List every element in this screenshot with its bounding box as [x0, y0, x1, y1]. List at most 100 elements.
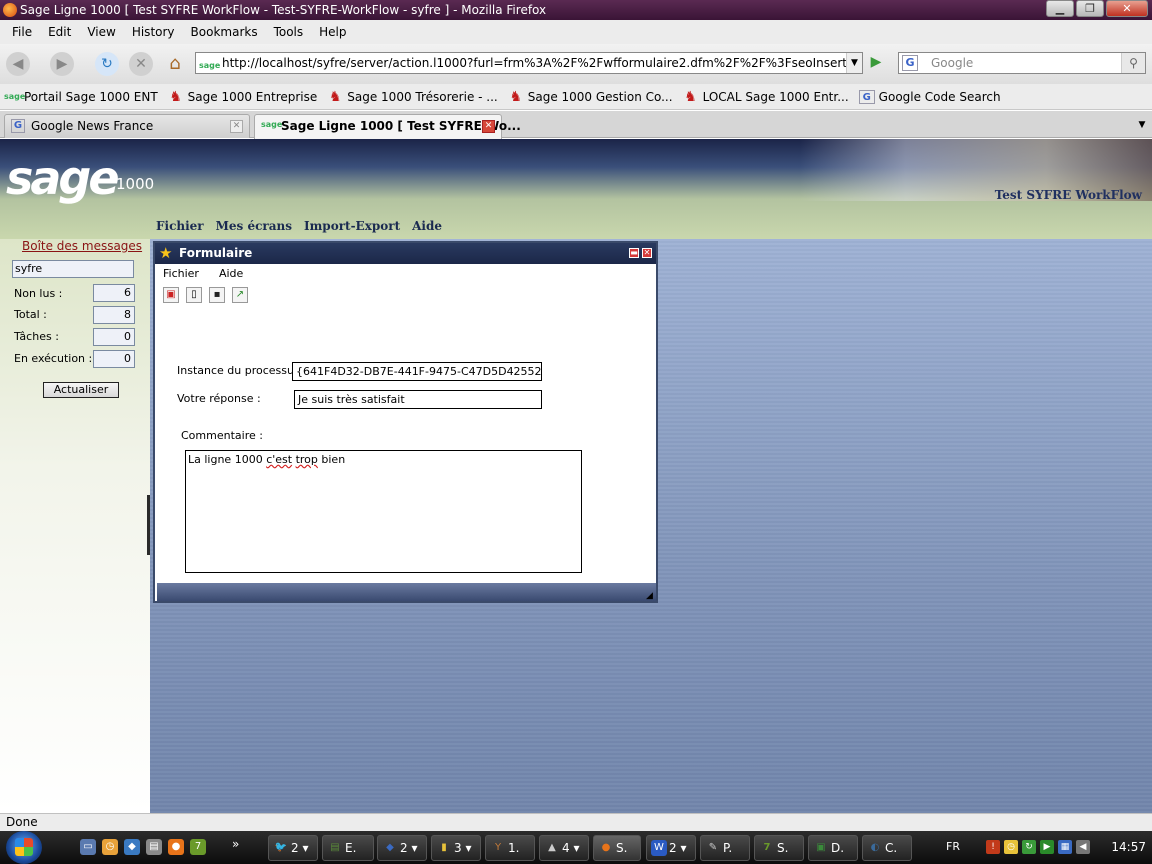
red-bird-icon: ♞ — [684, 88, 697, 105]
clock-app-icon[interactable]: ◷ — [102, 839, 118, 855]
quick-launch-more-icon[interactable]: » — [232, 837, 239, 851]
back-icon[interactable]: ◀ — [6, 52, 30, 76]
app-name: Test SYFRE WorkFlow — [994, 188, 1142, 202]
taskbar-button[interactable]: W2 ▾ — [646, 835, 696, 861]
url-bar[interactable]: sage http://localhost/syfre/server/actio… — [195, 52, 863, 74]
bookmark-item[interactable]: ♞ Sage 1000 Gestion Co... — [508, 88, 672, 105]
show-desktop-icon[interactable]: ▭ — [80, 839, 96, 855]
taskbar-button[interactable]: ✎ P. — [700, 835, 750, 861]
app-menu-mes-ecrans[interactable]: Mes écrans — [216, 219, 292, 233]
reload-icon[interactable]: ↻ — [95, 52, 119, 76]
red-bird-icon: ♞ — [509, 88, 523, 105]
taskbar-button[interactable]: Y 1. — [485, 835, 535, 861]
comment-label: Commentaire : — [181, 429, 263, 442]
google-icon: G — [11, 119, 25, 133]
app-menu-aide[interactable]: Aide — [412, 219, 442, 233]
form-minimize-icon[interactable]: ▬ — [629, 248, 639, 258]
taskbar-button-label: 2 — [669, 841, 677, 855]
language-indicator[interactable]: FR — [946, 840, 960, 853]
go-icon[interactable]: ▶ — [866, 54, 886, 72]
menu-tools[interactable]: Tools — [266, 25, 312, 39]
taskbar-button[interactable]: ▲ 4 ▾ — [539, 835, 589, 861]
menu-help[interactable]: Help — [311, 25, 354, 39]
form-menu-fichier[interactable]: Fichier — [163, 267, 199, 280]
menu-view[interactable]: View — [79, 25, 123, 39]
form-close-icon[interactable]: ✕ — [642, 248, 652, 258]
site-favicon: sage — [199, 61, 221, 70]
close-tab-icon[interactable]: ✕ — [230, 120, 243, 133]
taskbar-button[interactable]: ◆ 2 ▾ — [377, 835, 427, 861]
tab-list-icon[interactable]: ▼ — [1134, 117, 1150, 133]
menu-bookmarks[interactable]: Bookmarks — [183, 25, 266, 39]
tray-network-icon[interactable]: ▦ — [1058, 840, 1072, 854]
forward-icon[interactable]: ▶ — [50, 52, 74, 76]
sevenzip-icon[interactable]: 7 — [190, 839, 206, 855]
sage-header: sage 1000 Test SYFRE WorkFlow Fichier Me… — [0, 139, 1152, 239]
response-field[interactable]: Je suis très satisfait — [294, 390, 542, 409]
resize-grip-icon[interactable]: ◢ — [646, 591, 656, 601]
stop-icon[interactable]: ✕ — [129, 52, 153, 76]
close-doc-icon[interactable]: ▣ — [163, 287, 179, 303]
app-icon[interactable]: ◆ — [124, 839, 140, 855]
google-icon[interactable]: G — [902, 55, 918, 71]
comment-textarea[interactable]: La ligne 1000 c'est trop bien — [185, 450, 582, 573]
tray-clock-icon[interactable]: ◷ — [1004, 840, 1018, 854]
stat-label-running: En exécution : — [14, 352, 93, 365]
bookmark-item[interactable]: G Google Code Search — [858, 89, 1001, 104]
taskbar-button[interactable]: ▤ E. — [322, 835, 374, 861]
tray-alert-icon[interactable]: ! — [986, 840, 1000, 854]
new-doc-icon[interactable]: ▯ — [186, 287, 202, 303]
inbox-link[interactable]: Boîte des messages — [22, 239, 142, 253]
menu-edit[interactable]: Edit — [40, 25, 79, 39]
form-menu-aide[interactable]: Aide — [219, 267, 243, 280]
tray-volume-icon[interactable]: ◀ — [1076, 840, 1090, 854]
status-text: Done — [6, 815, 38, 829]
search-icon[interactable]: ⚲ — [1121, 53, 1145, 73]
tab-google-news[interactable]: G Google News France ✕ — [4, 114, 250, 138]
menu-file[interactable]: File — [4, 25, 40, 39]
taskbar-app-icon: ▲ — [548, 842, 556, 853]
app-menu-import-export[interactable]: Import-Export — [304, 219, 400, 233]
home-icon[interactable]: ⌂ — [163, 52, 187, 76]
instance-field[interactable]: {641F4D32-DB7E-441F-9475-C47D5D425525} — [292, 362, 542, 381]
bookmark-item[interactable]: ♞ Sage 1000 Entreprise — [168, 89, 318, 104]
close-button[interactable]: ✕ — [1106, 0, 1148, 17]
firefox-icon[interactable]: ● — [168, 839, 184, 855]
tray-sync-icon[interactable]: ↻ — [1022, 840, 1036, 854]
stat-label-total: Total : — [14, 308, 47, 321]
save-icon[interactable]: ▪ — [209, 287, 225, 303]
taskbar-app-icon: ◆ — [386, 842, 394, 853]
app-icon[interactable]: ▤ — [146, 839, 162, 855]
tray-play-icon[interactable]: ▶ — [1040, 840, 1054, 854]
taskbar-button[interactable]: ▮ 3 ▾ — [431, 835, 481, 861]
taskbar-button[interactable]: 7 S. — [754, 835, 804, 861]
stat-value-tasks: 0 — [93, 328, 135, 346]
taskbar-button[interactable]: ◐ C. — [862, 835, 912, 861]
bookmark-item[interactable]: ♞ Sage 1000 Trésorerie - ... — [327, 90, 498, 104]
comment-text: bien — [317, 453, 346, 466]
bookmark-item[interactable]: sage Portail Sage 1000 ENT — [4, 90, 158, 104]
bookmark-item[interactable]: ♞ LOCAL Sage 1000 Entr... — [683, 88, 848, 105]
left-panel: Boîte des messages syfre Non lus : 6 Tot… — [0, 239, 150, 813]
start-button[interactable] — [6, 831, 42, 864]
app-menu-fichier[interactable]: Fichier — [156, 219, 204, 233]
tab-sage[interactable]: sage Sage Ligne 1000 [ Test SYFRE Wo... … — [254, 114, 521, 139]
export-icon[interactable]: ↗ — [232, 287, 248, 303]
menu-history[interactable]: History — [124, 25, 183, 39]
taskbar-button[interactable]: ▣ D. — [808, 835, 858, 861]
taskbar-button[interactable]: 🐦 2 ▾ — [268, 835, 318, 861]
panel-splitter[interactable] — [147, 495, 150, 555]
maximize-button[interactable]: ❐ — [1076, 0, 1104, 17]
browser-menubar: File Edit View History Bookmarks Tools H… — [0, 20, 1152, 44]
sage-icon: sage — [4, 91, 26, 101]
minimize-button[interactable]: ▁ — [1046, 0, 1074, 17]
taskbar-button-active[interactable]: ● S. — [593, 835, 641, 861]
close-tab-icon[interactable]: ✕ — [482, 120, 495, 133]
window-titlebar: Sage Ligne 1000 [ Test SYFRE WorkFlow - … — [0, 0, 1152, 20]
url-dropdown-icon[interactable]: ▼ — [846, 53, 862, 73]
refresh-button[interactable]: Actualiser — [43, 382, 119, 398]
search-input[interactable]: G Google ⚲ — [898, 52, 1146, 74]
bookmark-label: Sage 1000 Entreprise — [187, 89, 318, 104]
url-text: http://localhost/syfre/server/action.l10… — [222, 56, 863, 70]
clock[interactable]: 14:57 — [1111, 840, 1146, 854]
